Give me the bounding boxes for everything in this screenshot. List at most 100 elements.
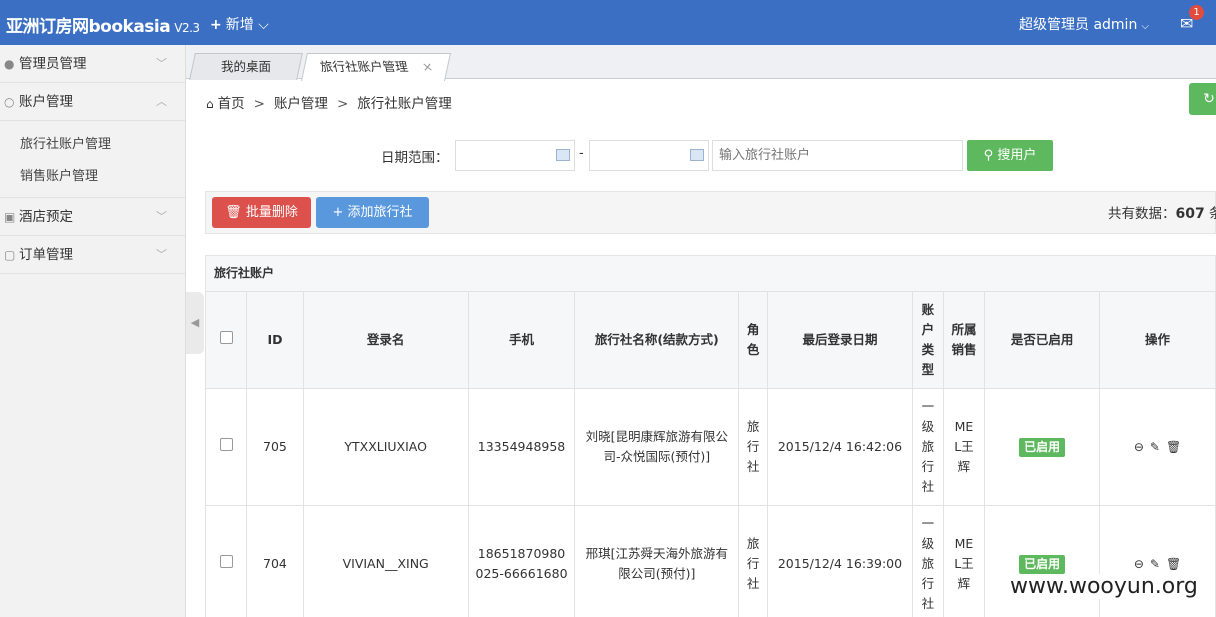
disable-icon[interactable]: ⊖: [1134, 554, 1144, 574]
mail-count-badge: 1: [1189, 5, 1204, 20]
cell-account-type: 一级旅行社: [921, 399, 935, 494]
sidebar-item-label: 管理员管理: [19, 56, 87, 72]
search-icon: ⚲: [983, 148, 998, 163]
date-range-label: 日期范围：: [381, 150, 449, 166]
tab-label: 我的桌面: [220, 59, 271, 74]
calendar-icon: [556, 149, 570, 161]
sidebar-item-hotel-booking[interactable]: ▣ 酒店预定 ﹀: [0, 198, 185, 236]
chevron-down-icon: ⌵: [258, 17, 269, 33]
add-agency-button[interactable]: + 添加旅行社: [316, 197, 429, 228]
cell-login: VIVIAN__XING: [302, 505, 469, 617]
chevron-left-icon: ◀: [190, 316, 200, 329]
sidebar-item-label: 酒店预定: [19, 209, 73, 225]
top-bar: 亚洲订房网bookasia V2.3 + 新增 ⌵ 超级管理员 admin ⌵ ✉ 1: [0, 0, 1216, 45]
action-bar: 🗑 批量删除 + 添加旅行社 共有数据：607 条: [205, 191, 1216, 234]
end-date-input[interactable]: [589, 140, 709, 171]
column-header-account-type: 账户类型: [921, 302, 935, 377]
breadcrumb-home[interactable]: 首页: [218, 96, 245, 112]
plus-icon: +: [210, 17, 222, 33]
sidebar-item-label: 订单管理: [19, 247, 73, 263]
cell-phone-primary: 13354948958: [477, 439, 566, 454]
cell-phone-primary: 18651870980: [477, 546, 566, 561]
sidebar-collapse-handle[interactable]: ◀: [186, 292, 204, 354]
search-button-label: 搜用户: [997, 148, 1037, 163]
cell-phone: 13354948958: [467, 388, 576, 506]
cell-role: 旅行社: [746, 536, 760, 591]
select-all-checkbox[interactable]: [204, 291, 248, 389]
table-row: 705 YTXXLIUXIAO 13354948958 刘晓[昆明康辉旅游有限公…: [204, 388, 1216, 506]
edit-icon[interactable]: ✎: [1150, 437, 1160, 457]
sidebar: ● 管理员管理 ﹀ ○ 账户管理 ︿ 旅行社账户管理 销售账户管理 ▣ 酒店预定 ﹀ …: [0, 45, 186, 617]
sidebar-item-accounts[interactable]: ○ 账户管理 ︿: [0, 83, 185, 121]
cell-agency: 刘晓[昆明康辉旅游有限公司-众悦国际(预付)]: [574, 388, 740, 506]
total-suffix: 条: [1209, 206, 1216, 222]
breadcrumb: ⌂ 首页 > 账户管理 > 旅行社账户管理: [206, 92, 452, 112]
user-label: 超级管理员 admin: [1019, 17, 1138, 33]
sidebar-item-admin[interactable]: ● 管理员管理 ﹀: [0, 45, 185, 83]
total-prefix: 共有数据：: [1108, 206, 1176, 222]
tab-agency-accounts[interactable]: 旅行社账户管理 ×: [301, 53, 451, 81]
cell-last-login: 2015/12/4 16:39:00: [766, 505, 914, 617]
app-version: V2.3: [174, 21, 200, 35]
breadcrumb-separator: >: [253, 96, 265, 112]
tab-label: 旅行社账户管理: [318, 59, 410, 74]
trash-icon: 🗑: [225, 205, 246, 220]
batch-delete-label: 批量删除: [245, 205, 298, 220]
row-checkbox[interactable]: [204, 505, 248, 617]
home-icon: ⌂: [206, 97, 214, 111]
total-count: 共有数据：607 条: [1108, 202, 1216, 222]
sidebar-subitem-sales-accounts[interactable]: 销售账户管理: [0, 161, 185, 193]
add-agency-label: 添加旅行社: [347, 205, 413, 220]
cell-sales: MEL王辉: [954, 419, 974, 474]
account-icon: ○: [4, 95, 15, 109]
column-header-enabled: 是否已启用: [984, 291, 1101, 389]
sidebar-item-orders[interactable]: ▢ 订单管理 ﹀: [0, 236, 185, 274]
add-new-label: 新增: [225, 17, 254, 33]
column-header-phone: 手机: [467, 291, 576, 389]
calendar-icon: [690, 149, 704, 161]
user-icon: ●: [4, 57, 15, 71]
column-header-login: 登录名: [302, 291, 469, 389]
column-header-sales: 所属销售: [951, 322, 977, 357]
cell-id: 704: [246, 505, 304, 617]
total-number: 607: [1175, 206, 1205, 222]
table-header-row: ID 登录名 手机 旅行社名称(结款方式) 角色 最后登录日期 账户类型 所属销…: [204, 291, 1216, 389]
add-new-menu[interactable]: + 新增 ⌵: [210, 14, 269, 34]
sidebar-item-label: 账户管理: [19, 94, 73, 110]
tab-bar: 我的桌面 旅行社账户管理 ×: [186, 45, 1216, 81]
breadcrumb-separator: >: [336, 96, 349, 112]
cell-role: 旅行社: [746, 419, 760, 474]
batch-delete-button[interactable]: 🗑 批量删除: [212, 197, 311, 228]
user-menu[interactable]: 超级管理员 admin ⌵: [1019, 14, 1149, 34]
sidebar-submenu: 旅行社账户管理 销售账户管理: [0, 121, 185, 198]
refresh-button[interactable]: ↻: [1189, 83, 1216, 115]
app-brand[interactable]: 亚洲订房网bookasia V2.3: [6, 12, 200, 37]
bag-icon: ▢: [4, 248, 16, 262]
row-checkbox[interactable]: [204, 388, 248, 506]
cell-login: YTXXLIUXIAO: [302, 388, 469, 506]
sidebar-subitem-agency-accounts[interactable]: 旅行社账户管理: [0, 129, 185, 161]
delete-icon[interactable]: 🗑: [1166, 554, 1181, 574]
chevron-down-icon: ⌵: [1141, 21, 1149, 32]
chevron-up-icon: ︿: [156, 95, 167, 108]
breadcrumb-accounts[interactable]: 账户管理: [274, 96, 328, 112]
start-date-input[interactable]: [455, 140, 575, 171]
column-header-last-login: 最后登录日期: [766, 291, 914, 389]
close-icon[interactable]: ×: [419, 54, 435, 79]
search-user-button[interactable]: ⚲ 搜用户: [967, 140, 1053, 171]
delete-icon[interactable]: 🗑: [1166, 437, 1181, 457]
chevron-down-icon: ﹀: [156, 210, 167, 223]
breadcrumb-current: 旅行社账户管理: [357, 96, 452, 112]
column-header-role: 角色: [746, 322, 760, 357]
chevron-down-icon: ﹀: [156, 57, 167, 70]
agency-search-input[interactable]: [712, 140, 963, 171]
agency-accounts-table: ID 登录名 手机 旅行社名称(结款方式) 角色 最后登录日期 账户类型 所属销…: [204, 291, 1216, 617]
status-badge: 已启用: [1019, 555, 1066, 574]
cell-last-login: 2015/12/4 16:42:06: [766, 388, 914, 506]
cell-phone: 18651870980 025-66661680: [467, 505, 576, 617]
edit-icon[interactable]: ✎: [1150, 554, 1160, 574]
column-header-agency: 旅行社名称(结款方式): [574, 291, 740, 389]
disable-icon[interactable]: ⊖: [1134, 437, 1144, 457]
app-title: 亚洲订房网bookasia: [6, 17, 171, 37]
tab-desktop[interactable]: 我的桌面: [189, 53, 303, 80]
